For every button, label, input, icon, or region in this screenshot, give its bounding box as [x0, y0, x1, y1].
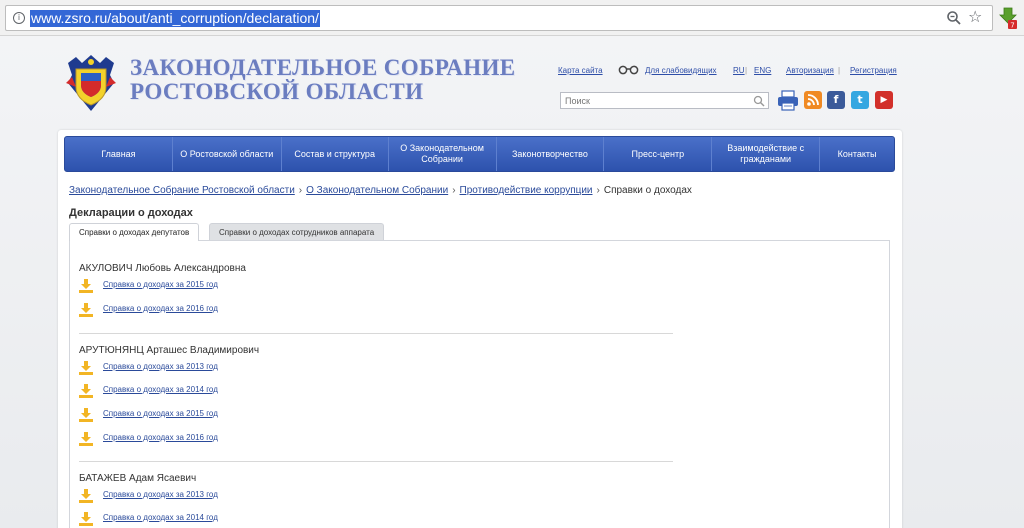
search-input[interactable] [561, 93, 746, 108]
nav-item-press[interactable]: Пресс-центр [604, 137, 713, 171]
download-icon[interactable] [79, 303, 93, 317]
address-bar[interactable]: i www.zsro.ru/about/anti_corruption/decl… [5, 5, 993, 31]
lang-ru-link[interactable]: RU [733, 66, 745, 75]
twitter-icon[interactable]: t [851, 91, 869, 109]
nav-item-citizens[interactable]: Взаимодействие с гражданами [712, 137, 821, 171]
url-text[interactable]: www.zsro.ru/about/anti_corruption/declar… [30, 10, 320, 27]
nav-item-lawmaking[interactable]: Законотворчество [497, 137, 605, 171]
download-icon[interactable] [79, 489, 93, 503]
nav-item-about[interactable]: О Законодательном Собрании [389, 137, 497, 171]
search-icon[interactable] [753, 95, 765, 107]
breadcrumb-link[interactable]: О Законодательном Собрании [306, 185, 448, 196]
tab-staff[interactable]: Справки о доходах сотрудников аппарата [209, 223, 385, 241]
youtube-icon[interactable]: ▶ [875, 91, 893, 109]
coat-of-arms-logo[interactable] [64, 53, 118, 113]
accessibility-link[interactable]: Для слабовидящих [645, 66, 717, 75]
breadcrumb: Законодательное Собрание Ростовской обла… [69, 185, 692, 196]
download-icon[interactable] [79, 279, 93, 293]
site-title-line1: ЗАКОНОДАТЕЛЬНОЕ СОБРАНИЕ [130, 55, 516, 80]
declaration-link[interactable]: Справка о доходах за 2013 год [103, 362, 218, 371]
download-icon[interactable] [79, 384, 93, 398]
zoom-icon[interactable] [946, 10, 962, 26]
separator: | [838, 66, 841, 75]
nav-item-home[interactable]: Главная [65, 137, 173, 171]
nav-item-region[interactable]: О Ростовской области [173, 137, 282, 171]
declaration-link[interactable]: Справка о доходах за 2016 год [103, 433, 218, 442]
page-title: Декларации о доходах [69, 207, 193, 219]
breadcrumb-separator: › [596, 185, 600, 196]
declaration-link[interactable]: Справка о доходах за 2015 год [103, 409, 218, 418]
declaration-link[interactable]: Справка о доходах за 2016 год [103, 304, 218, 313]
nav-item-structure[interactable]: Состав и структура [282, 137, 389, 171]
facebook-icon[interactable]: f [827, 91, 845, 109]
register-link[interactable]: Регистрация [850, 66, 897, 75]
rss-icon[interactable] [804, 91, 822, 109]
print-icon[interactable] [777, 89, 799, 111]
sitemap-link[interactable]: Карта сайта [558, 66, 603, 75]
breadcrumb-separator: › [298, 185, 303, 196]
download-icon[interactable] [79, 361, 93, 375]
deputy-name: АРУТЮНЯНЦ Арташес Владимирович [79, 345, 260, 356]
bookmark-star-icon[interactable]: ☆ [968, 9, 984, 25]
download-icon[interactable] [79, 512, 93, 526]
download-icon[interactable] [79, 432, 93, 446]
search-box [560, 92, 769, 109]
glasses-icon[interactable] [618, 65, 639, 75]
breadcrumb-link[interactable]: Законодательное Собрание Ростовской обла… [69, 185, 295, 196]
divider [79, 333, 673, 334]
site-title[interactable]: ЗАКОНОДАТЕЛЬНОЕ СОБРАНИЕ РОСТОВСКОЙ ОБЛА… [130, 56, 516, 104]
tab-deputies[interactable]: Справки о доходах депутатов [69, 223, 200, 241]
nav-item-contacts[interactable]: Контакты [820, 137, 894, 171]
browser-toolbar: i www.zsro.ru/about/anti_corruption/decl… [0, 0, 1024, 36]
divider [79, 461, 673, 462]
deputy-name: БАТАЖЕВ Адам Ясаевич [79, 473, 197, 484]
download-icon[interactable] [79, 408, 93, 422]
info-icon[interactable]: i [13, 12, 25, 24]
breadcrumb-link[interactable]: Противодействие коррупции [460, 185, 593, 196]
login-link[interactable]: Авторизация [786, 66, 834, 75]
main-nav: Главная О Ростовской области Состав и ст… [64, 136, 895, 172]
site-title-line2: РОСТОВСКОЙ ОБЛАСТИ [130, 79, 424, 104]
deputy-name: АКУЛОВИЧ Любовь Александровна [79, 263, 246, 274]
lang-eng-link[interactable]: ENG [754, 66, 771, 75]
declaration-link[interactable]: Справка о доходах за 2014 год [103, 385, 218, 394]
page: ЗАКОНОДАТЕЛЬНОЕ СОБРАНИЕ РОСТОВСКОЙ ОБЛА… [0, 36, 1024, 528]
declaration-link[interactable]: Справка о доходах за 2013 год [103, 490, 218, 499]
download-extension-icon[interactable]: 7 [999, 7, 1017, 29]
extension-badge: 7 [1010, 22, 1014, 30]
declaration-link[interactable]: Справка о доходах за 2015 год [103, 280, 218, 289]
declaration-link[interactable]: Справка о доходах за 2014 год [103, 513, 218, 522]
breadcrumb-separator: › [452, 185, 456, 196]
separator: | [745, 66, 748, 75]
breadcrumb-current: Справки о доходах [603, 185, 692, 196]
